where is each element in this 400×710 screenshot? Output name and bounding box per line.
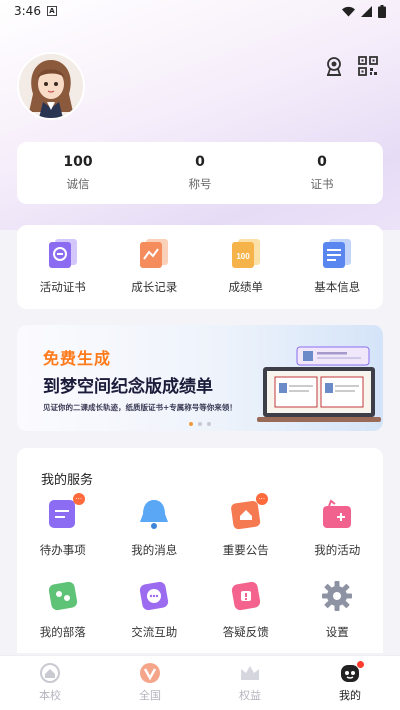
pager-dot[interactable] [198,422,202,426]
quick-label: 活动证书 [39,280,86,294]
service-announcements[interactable]: ··· 重要公告 [200,493,292,558]
notification-icon: A [46,6,57,16]
stat-label: 称号 [188,177,212,191]
service-label: 重要公告 [222,543,269,557]
nav-mine[interactable]: 我的 [300,656,400,710]
svc-icon-wrap [136,496,172,532]
stat-value: 0 [317,154,327,170]
stat-value: 100 [63,154,93,170]
certificate-icon [48,239,77,268]
quick-access-card: 活动证书 成长记录 100 成绩单 基本信息 [17,225,383,309]
stat-label: 诚信 [66,177,90,191]
svc-icon-wrap: ··· [228,493,268,532]
banner-pager [189,422,211,426]
nav-label: 本校 [39,689,61,702]
growth-chart-icon [140,239,169,268]
banner-title: 到梦空间纪念版成绩单 [43,377,213,397]
tribe-icon [48,581,77,611]
quick-activity-certificate[interactable]: 活动证书 [17,237,109,309]
service-todo[interactable]: ··· 待办事项 [17,493,109,558]
service-label: 交流互助 [131,625,178,639]
bell-icon [140,500,169,529]
wifi-icon [342,6,355,16]
gear-icon [322,581,353,611]
qr-code-icon[interactable] [357,55,379,77]
nationwide-icon [140,663,160,683]
badge-icon[interactable] [323,55,345,77]
profile-doc-icon [323,239,352,268]
svg-text:100: 100 [236,252,250,261]
quick-label: 成绩单 [228,280,264,294]
bottom-nav: 本校 全国 权益 我的 [0,655,400,710]
feedback-icon [231,581,260,611]
promo-banner[interactable]: 免费生成 到梦空间纪念版成绩单 见证你的二课成长轨迹，纸质版证书+专属称号等你来… [17,325,383,431]
svc-icon-wrap [228,578,264,614]
service-messages[interactable]: 我的消息 [109,496,201,558]
signal-icon [361,5,372,17]
status-icons [342,4,386,18]
stat-certificates[interactable]: 0 证书 [261,142,383,204]
activity-bag-icon [323,499,352,528]
svc-icon-wrap: ··· [45,493,85,532]
pager-dot[interactable] [207,422,211,426]
services-grid: ··· 待办事项 我的消息 ··· 重要公告 我的活动 我的部落 交流互助 答疑… [17,493,384,640]
services-card: 我的服务 ··· 待办事项 我的消息 ··· 重要公告 我的活动 我的部落 交流… [17,448,383,653]
quick-basic-info[interactable]: 基本信息 [292,237,384,309]
banner-highlight: 免费生成 [43,349,112,368]
stat-titles[interactable]: 0 称号 [139,142,261,204]
service-communication[interactable]: 交流互助 [109,578,201,640]
nav-label: 全国 [139,689,161,702]
nav-notification-dot [357,661,364,668]
svc-icon-wrap [136,578,172,614]
service-label: 待办事项 [39,543,86,557]
svc-icon-wrap [319,578,355,614]
quick-label: 基本信息 [314,280,361,294]
nav-school[interactable]: 本校 [0,656,100,710]
svc-icon-wrap [319,496,355,532]
stats-card: 100 诚信 0 称号 0 证书 [17,142,383,204]
score-100-icon: 100 [231,239,260,268]
quick-growth-record[interactable]: 成长记录 [109,237,201,309]
school-icon [40,663,60,683]
service-feedback[interactable]: 答疑反馈 [200,578,292,640]
service-label: 我的消息 [131,543,178,557]
avatar[interactable] [17,52,85,120]
service-badge: ··· [72,493,85,505]
nav-label: 权益 [239,689,261,702]
nav-label: 我的 [339,689,361,702]
service-my-tribe[interactable]: 我的部落 [17,578,109,640]
nav-benefits[interactable]: 权益 [200,656,300,710]
stat-integrity[interactable]: 100 诚信 [17,142,139,204]
status-bar: 3:46 A [0,0,400,22]
laptop-illustration [257,346,381,422]
quick-transcript[interactable]: 100 成绩单 [200,237,292,309]
stat-label: 证书 [310,177,334,191]
svc-icon-wrap [45,578,81,614]
chat-icon [140,581,169,611]
crown-icon [241,666,259,680]
services-title: 我的服务 [41,473,94,488]
service-label: 答疑反馈 [222,625,269,639]
service-badge: ··· [255,493,268,505]
service-label: 我的活动 [314,543,361,557]
battery-icon [378,4,386,18]
pager-dot-active[interactable] [189,422,193,426]
service-label: 我的部落 [39,625,86,639]
stat-value: 0 [195,154,205,170]
service-my-activities[interactable]: 我的活动 [292,496,384,558]
service-label: 设置 [325,625,349,639]
quick-label: 成长记录 [131,280,178,294]
girl-avatar-icon [19,54,83,118]
status-time: 3:46 [14,4,41,18]
banner-subtitle: 见证你的二课成长轨迹，纸质版证书+专属称号等你来领！ [43,403,237,412]
service-settings[interactable]: 设置 [292,578,384,640]
nav-nationwide[interactable]: 全国 [100,656,200,710]
